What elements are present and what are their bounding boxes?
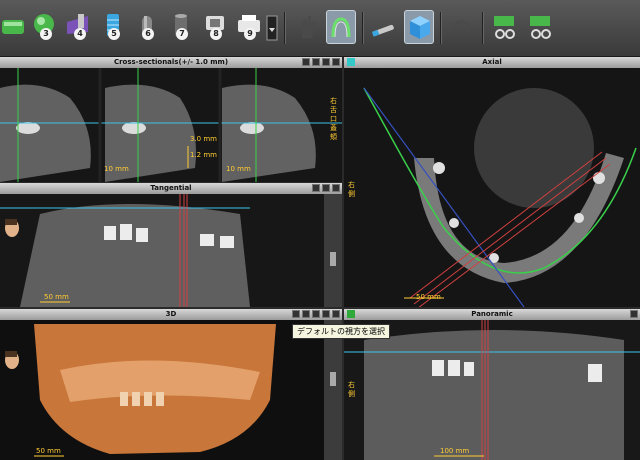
panel-minimize-icon[interactable] [322, 184, 330, 192]
panel-minimize-icon[interactable] [322, 310, 330, 318]
axial-scale-label: 50 mm [416, 293, 441, 301]
tangential-scale-label: 50 mm [44, 293, 69, 301]
panoramic-side-label: 右側 [348, 381, 355, 398]
panoramic-image[interactable] [344, 320, 640, 460]
tool-number-3: 3 [40, 28, 52, 40]
tool-number-9: 9 [244, 28, 256, 40]
axial-side-label: 右側 [348, 181, 355, 198]
undo-button[interactable] [446, 10, 476, 44]
tool-button-8[interactable]: 9 [234, 10, 264, 44]
scissors-icon [530, 16, 551, 39]
tool-button-4[interactable]: 5 [98, 10, 128, 44]
arch-tool-button[interactable] [326, 10, 356, 44]
default-view-tooltip: デフォルトの視方を選択 [292, 324, 390, 339]
cut-tool-button-1[interactable] [490, 10, 520, 44]
axial-title: Axial [344, 57, 640, 68]
tangential-image[interactable] [0, 194, 342, 307]
panel-view-icon[interactable] [292, 310, 300, 318]
tool-button-3[interactable]: 4 [64, 10, 94, 44]
pen-tool-button[interactable] [368, 10, 398, 44]
panel-maximize-icon[interactable] [332, 310, 340, 318]
panel-sync-icon[interactable] [312, 58, 320, 66]
3d-scale-label: 50 mm [36, 447, 61, 455]
cube-view-icon [410, 16, 430, 39]
head-orientation-icon [5, 219, 19, 237]
tangential-panel[interactable]: Tangential 50 mm [0, 183, 342, 307]
panel-maximize-icon[interactable] [332, 58, 340, 66]
tool-button-5[interactable]: 6 [132, 10, 162, 44]
tool-button-6[interactable]: 7 [166, 10, 196, 44]
cross-scale-label-2: 10 mm [226, 165, 251, 173]
tool-number-7: 7 [176, 28, 188, 40]
measurement-label-1: 3.0 mm [190, 135, 217, 143]
panel-tool-icon[interactable] [302, 310, 310, 318]
panel-maximize-icon[interactable] [630, 310, 638, 318]
panel-sync-icon[interactable] [312, 310, 320, 318]
tool-number-8: 8 [210, 28, 222, 40]
panel-minimize-icon[interactable] [322, 58, 330, 66]
panel-maximize-icon[interactable] [332, 184, 340, 192]
tangential-title: Tangential [0, 183, 342, 194]
main-toolbar: 3 4 5 6 7 8 9 [0, 0, 640, 57]
panel-tool-icon[interactable] [312, 184, 320, 192]
default-view-button[interactable] [404, 10, 434, 44]
cross-scale-label-1: 10 mm [104, 165, 129, 173]
dropdown-arrow-icon [266, 15, 278, 41]
axial-panel[interactable]: Axial 50 mm 右側 [344, 57, 640, 307]
hand-icon [302, 16, 316, 38]
tool-number-4: 4 [74, 28, 86, 40]
toolbar-dropdown[interactable] [266, 10, 278, 44]
axial-color-indicator [347, 58, 355, 66]
panoramic-title: Panoramic [344, 309, 640, 320]
panel-tool-icon[interactable] [302, 58, 310, 66]
scissors-icon [494, 16, 515, 39]
pen-icon [371, 24, 394, 37]
3d-render[interactable] [0, 320, 342, 460]
3d-panel[interactable]: 3D 50 mm [0, 309, 342, 460]
cut-tool-button-2[interactable] [526, 10, 556, 44]
axial-image[interactable] [344, 68, 640, 307]
undo-icon [450, 19, 470, 32]
measurement-label-2: 1.2 mm [190, 151, 217, 159]
cross-sectional-panel[interactable]: Cross-sectionals(+/- 1.0 mm) 10 mm 10 mm… [0, 57, 342, 182]
panoramic-scale-label: 100 mm [440, 447, 470, 455]
arch-icon [331, 17, 351, 38]
tool-button-2[interactable]: 3 [30, 10, 60, 44]
3d-title: 3D [0, 309, 342, 320]
orientation-label: 右 舌 口蓋 頬 [330, 97, 337, 141]
tool-number-6: 6 [142, 28, 154, 40]
tool-button-7[interactable]: 8 [200, 10, 230, 44]
head-orientation-icon [5, 351, 19, 369]
cross-sectional-title: Cross-sectionals(+/- 1.0 mm) [0, 57, 342, 68]
tool-number-5: 5 [108, 28, 120, 40]
cross-sectional-images[interactable] [0, 68, 342, 182]
tool-button-1[interactable] [0, 10, 30, 44]
panoramic-color-indicator [347, 310, 355, 318]
ruler-tool-icon [2, 20, 24, 34]
hand-tool-button[interactable] [292, 10, 322, 44]
